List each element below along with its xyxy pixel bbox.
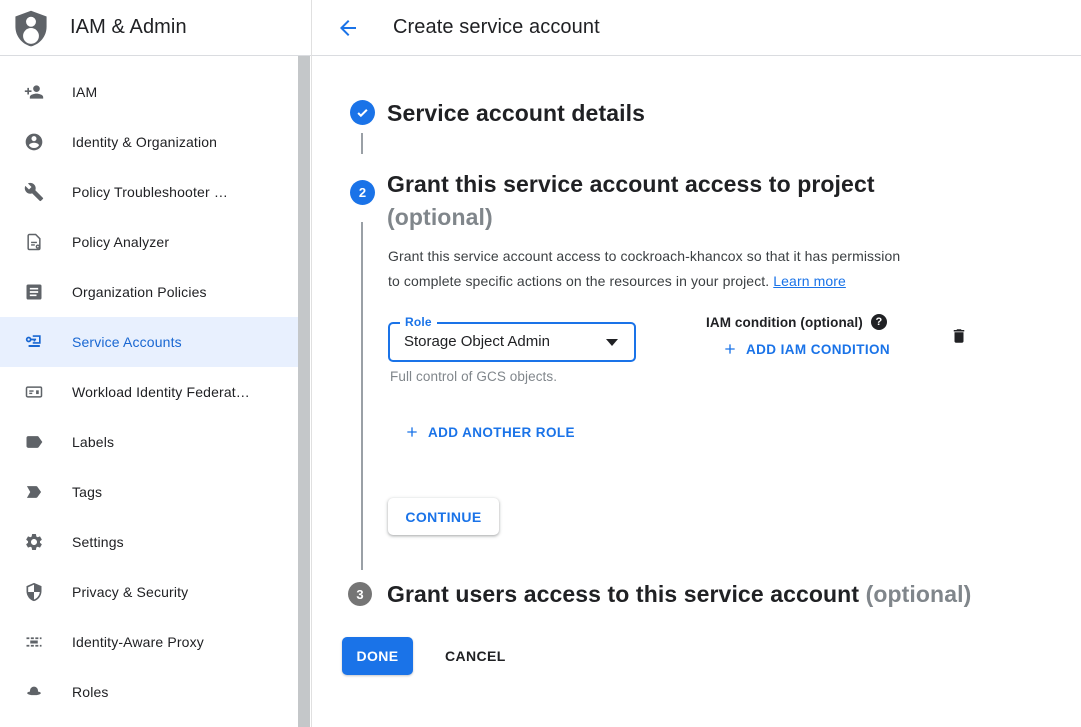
step3-title-text: Grant users access to this service accou… bbox=[387, 581, 859, 607]
sidebar-item-labels[interactable]: Labels bbox=[0, 417, 298, 467]
sidebar-item-label: Labels bbox=[72, 434, 114, 450]
sidebar-item-settings[interactable]: Settings bbox=[0, 517, 298, 567]
sidebar-item-label: Policy Analyzer bbox=[72, 234, 169, 250]
product-header: IAM & Admin bbox=[0, 0, 312, 55]
page-header: Create service account bbox=[312, 0, 1081, 55]
learn-more-link[interactable]: Learn more bbox=[773, 273, 846, 289]
account-circle-icon bbox=[24, 132, 44, 152]
add-another-role-label: ADD ANOTHER ROLE bbox=[428, 425, 575, 440]
plus-icon bbox=[404, 424, 420, 440]
continue-button[interactable]: CONTINUE bbox=[388, 498, 499, 535]
sidebar-item-label: Policy Troubleshooter … bbox=[72, 184, 228, 200]
wrench-icon bbox=[24, 182, 44, 202]
sidebar-item-label: Tags bbox=[72, 484, 102, 500]
iam-condition-label: IAM condition (optional) ? bbox=[706, 314, 887, 330]
sidebar-item-workload-identity-federation[interactable]: Workload Identity Federat… bbox=[0, 367, 298, 417]
label-icon bbox=[24, 432, 44, 452]
step2-description: Grant this service account access to coc… bbox=[388, 244, 900, 294]
hat-icon bbox=[24, 682, 44, 702]
service-account-icon bbox=[24, 332, 44, 352]
role-helper-text: Full control of GCS objects. bbox=[390, 369, 557, 384]
top-header: IAM & Admin Create service account bbox=[0, 0, 1081, 56]
delete-role-trash-icon[interactable] bbox=[948, 324, 970, 348]
iam-condition-label-text: IAM condition (optional) bbox=[706, 315, 863, 330]
document-icon bbox=[24, 282, 44, 302]
step2-number-badge: 2 bbox=[350, 180, 375, 205]
sidebar-item-organization-policies[interactable]: Organization Policies bbox=[0, 267, 298, 317]
sidebar-item-privacy-security[interactable]: Privacy & Security bbox=[0, 567, 298, 617]
step2-description-line2: to complete specific actions on the reso… bbox=[388, 273, 769, 289]
back-arrow-icon[interactable] bbox=[336, 16, 360, 40]
gear-icon bbox=[24, 532, 44, 552]
sidebar-item-label: Settings bbox=[72, 534, 124, 550]
sidebar-item-label: Identity & Organization bbox=[72, 134, 217, 150]
add-another-role-button[interactable]: ADD ANOTHER ROLE bbox=[404, 424, 575, 440]
step2-title-text: Grant this service account access to pro… bbox=[387, 171, 875, 197]
sidebar-item-policy-analyzer[interactable]: Policy Analyzer bbox=[0, 217, 298, 267]
sidebar-item-label: IAM bbox=[72, 84, 97, 100]
sidebar-item-label: Identity-Aware Proxy bbox=[72, 634, 204, 650]
step3-title-optional: (optional) bbox=[866, 581, 972, 607]
step2-title-optional: (optional) bbox=[387, 204, 493, 230]
sidebar-item-identity-organization[interactable]: Identity & Organization bbox=[0, 117, 298, 167]
sidebar-item-label: Roles bbox=[72, 684, 109, 700]
role-select-value: Storage Object Admin bbox=[404, 324, 550, 360]
stepper-connector-2 bbox=[361, 222, 363, 570]
help-icon[interactable]: ? bbox=[871, 314, 887, 330]
sidebar-item-service-accounts[interactable]: Service Accounts bbox=[0, 317, 298, 367]
cancel-button[interactable]: CANCEL bbox=[445, 637, 506, 675]
sidebar-item-identity-aware-proxy[interactable]: Identity-Aware Proxy bbox=[0, 617, 298, 667]
id-card-icon bbox=[24, 382, 44, 402]
step3-number-badge: 3 bbox=[348, 582, 372, 606]
sidebar-item-iam[interactable]: IAM bbox=[0, 67, 298, 117]
person-add-icon bbox=[24, 82, 44, 102]
step1-complete-check-icon bbox=[350, 100, 375, 125]
shield-half-icon bbox=[24, 582, 44, 602]
sidebar-scrollbar[interactable] bbox=[298, 56, 310, 727]
step1-title[interactable]: Service account details bbox=[387, 97, 645, 130]
step2-title: Grant this service account access to pro… bbox=[387, 168, 875, 234]
sidebar-item-label: Service Accounts bbox=[72, 334, 182, 350]
sidebar-item-label: Workload Identity Federat… bbox=[72, 384, 250, 400]
role-select[interactable]: Role Storage Object Admin bbox=[388, 322, 636, 362]
sidebar-divider bbox=[311, 0, 312, 727]
sidebar-item-roles[interactable]: Roles bbox=[0, 667, 298, 717]
iam-admin-sidebar: IAM Identity & Organization Policy Troub… bbox=[0, 56, 311, 727]
proxy-icon bbox=[24, 632, 44, 652]
main-content: Service account details 2 Grant this ser… bbox=[312, 56, 1081, 727]
sidebar-item-label: Privacy & Security bbox=[72, 584, 188, 600]
plus-icon bbox=[722, 341, 738, 357]
tag-arrow-icon bbox=[24, 482, 44, 502]
iam-shield-logo bbox=[14, 9, 48, 47]
done-button[interactable]: DONE bbox=[342, 637, 413, 675]
step2-description-line1: Grant this service account access to coc… bbox=[388, 248, 900, 264]
sidebar-item-tags[interactable]: Tags bbox=[0, 467, 298, 517]
add-iam-condition-label: ADD IAM CONDITION bbox=[746, 342, 890, 357]
policy-analyzer-icon bbox=[24, 232, 44, 252]
add-iam-condition-button[interactable]: ADD IAM CONDITION bbox=[722, 341, 890, 357]
sidebar-item-policy-troubleshooter[interactable]: Policy Troubleshooter … bbox=[0, 167, 298, 217]
page-title: Create service account bbox=[393, 16, 600, 39]
stepper-connector-1 bbox=[361, 133, 363, 154]
sidebar-item-label: Organization Policies bbox=[72, 284, 207, 300]
step3-title: Grant users access to this service accou… bbox=[387, 578, 971, 611]
create-service-account-page: IAM & Admin Create service account IAM I… bbox=[0, 0, 1081, 727]
app-title: IAM & Admin bbox=[70, 16, 187, 39]
dropdown-arrow-icon bbox=[606, 339, 618, 346]
